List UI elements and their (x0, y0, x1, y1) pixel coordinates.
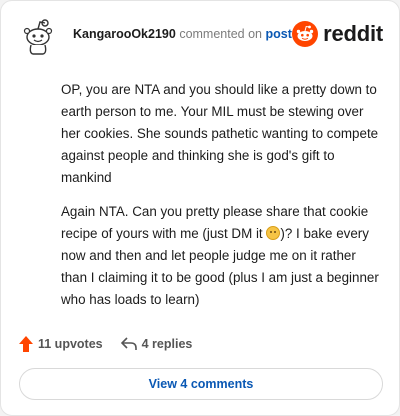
comment-paragraph: OP, you are NTA and you should like a pr… (61, 82, 379, 185)
replies-stat[interactable]: 4 replies (120, 337, 193, 351)
reply-arrow-icon[interactable] (120, 337, 137, 351)
smiling-face-emoji-icon (266, 226, 281, 240)
comment-meta: KangarooOk2190 commented on post (73, 27, 292, 41)
reddit-logo: reddit (292, 20, 383, 48)
action-text: commented on (179, 27, 262, 41)
reddit-wordmark: reddit (323, 21, 383, 46)
view-comments-button[interactable]: View 4 comments (19, 368, 383, 400)
upvote-arrow-icon[interactable] (19, 336, 33, 352)
comment-card: KangarooOk2190 commented on post reddit … (0, 0, 400, 416)
replies-count: 4 replies (141, 337, 193, 351)
comment-paragraph: Again NTA. Can you pretty please share t… (61, 201, 385, 311)
post-link[interactable]: post (265, 27, 291, 41)
upvotes-count: 11 upvotes (38, 337, 103, 351)
username[interactable]: KangarooOk2190 (73, 27, 176, 41)
reddit-logo-icon (292, 21, 319, 47)
comment-footer: 11 upvotes 4 replies (19, 334, 210, 354)
comment-body: OP, you are NTA and you should like a pr… (61, 79, 385, 323)
comment-header: KangarooOk2190 commented on post reddit (15, 15, 387, 55)
snoo-avatar-icon[interactable] (19, 17, 57, 55)
upvotes-stat[interactable]: 11 upvotes (19, 336, 103, 352)
